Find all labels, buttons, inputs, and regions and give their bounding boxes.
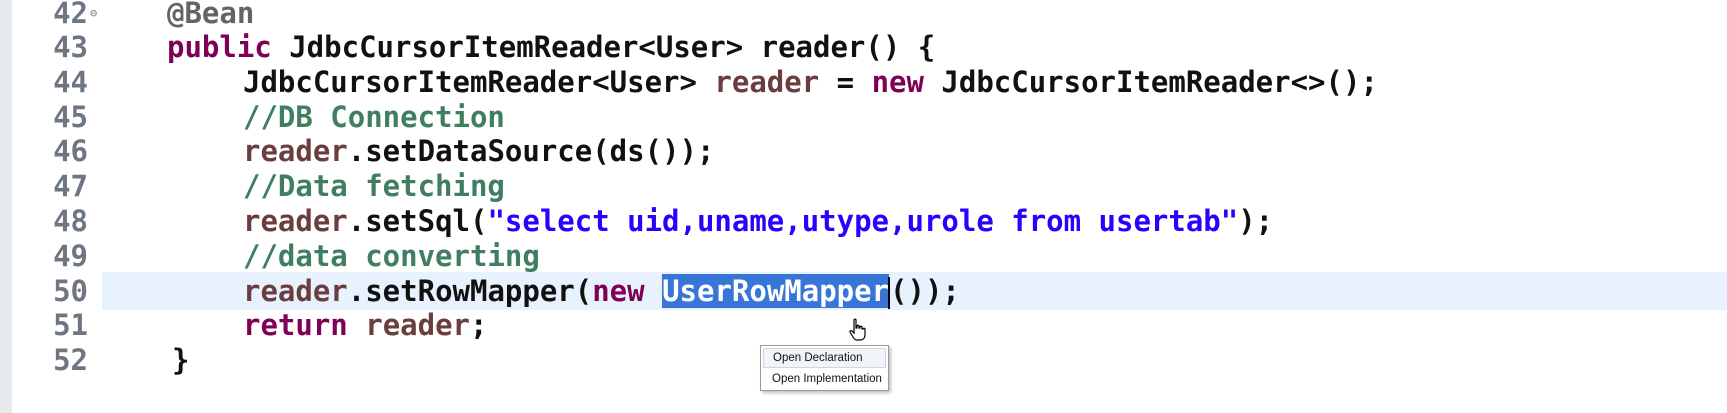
menu-item-open-implementation[interactable]: Open Implementation [763,370,886,388]
line-number: 50 [53,274,88,308]
keyword-token: public [167,30,272,64]
code-text[interactable]: } [172,341,189,379]
code-token: ()); [890,274,960,308]
code-line-50[interactable]: 50 reader.setRowMapper(new UserRowMapper… [0,272,1727,310]
code-token: ); [1238,204,1274,238]
keyword-token: return [243,308,348,342]
code-token: JdbcCursorItemReader<>(); [923,65,1378,99]
comment-token: //DB Connection [243,100,505,134]
code-text[interactable]: JdbcCursorItemReader<User> reader = new … [243,63,1378,101]
string-token: "select uid,uname,utype,urole from usert… [487,204,1239,238]
code-text[interactable]: reader.setDataSource(ds()); [243,132,714,170]
keyword-token: new [871,65,924,99]
code-token: } [172,343,190,377]
code-text[interactable]: public JdbcCursorItemReader<User> reader… [167,28,935,66]
line-number: 43 [53,30,88,64]
variable-token: reader [365,308,470,342]
code-token: ; [470,308,488,342]
annotation-token: @Bean [167,0,255,30]
code-token: .setSql( [347,204,488,238]
line-number: 49 [53,239,88,273]
hand-pointer-icon [849,318,866,341]
code-line-48[interactable]: 48 reader.setSql("select uid,uname,utype… [0,202,1727,240]
code-text[interactable]: //DB Connection [243,98,505,136]
line-number: 45 [53,100,88,134]
code-line-44[interactable]: 44 JdbcCursorItemReader<User> reader = n… [0,63,1727,101]
code-line-43[interactable]: 43 public JdbcCursorItemReader<User> rea… [0,28,1727,66]
code-line-47[interactable]: 47 //Data fetching [0,167,1727,205]
code-line-49[interactable]: 49 //data converting [0,237,1727,275]
variable-token: reader [243,274,348,308]
code-token: .setDataSource(ds()); [347,134,715,168]
code-editor[interactable]: 42 ⊖ @Bean 43 public JdbcCursorItemReade… [0,0,1727,413]
code-token: = [819,65,872,99]
code-text[interactable]: reader.setSql("select uid,uname,utype,ur… [243,202,1273,240]
line-number: 47 [53,169,88,203]
line-number: 44 [53,65,88,99]
code-token: .setRowMapper( [347,274,593,308]
code-line-45[interactable]: 45 //DB Connection [0,98,1727,136]
code-text[interactable]: return reader; [243,306,487,344]
line-number: 48 [53,204,88,238]
comment-token: //Data fetching [243,169,505,203]
variable-token: reader [714,65,820,99]
code-text[interactable]: //Data fetching [243,167,505,205]
selected-text[interactable]: UserRowMapper [662,274,890,308]
menu-item-open-declaration[interactable]: Open Declaration [763,348,886,368]
code-text[interactable]: //data converting [243,237,540,275]
code-token: JdbcCursorItemReader<User> [243,65,715,99]
line-number: 46 [53,134,88,168]
variable-token: reader [243,204,348,238]
keyword-token: new [592,274,645,308]
code-line-46[interactable]: 46 reader.setDataSource(ds()); [0,132,1727,170]
comment-token: //data converting [243,239,540,273]
line-number: 52 [53,343,88,377]
code-text[interactable]: reader.setRowMapper(new UserRowMapper())… [243,272,960,310]
code-token: JdbcCursorItemReader<User> reader() { [271,30,936,64]
hyperlink-popup-menu: Open Declaration Open Implementation [760,345,889,391]
variable-token: reader [243,134,348,168]
line-number: 51 [53,308,88,342]
